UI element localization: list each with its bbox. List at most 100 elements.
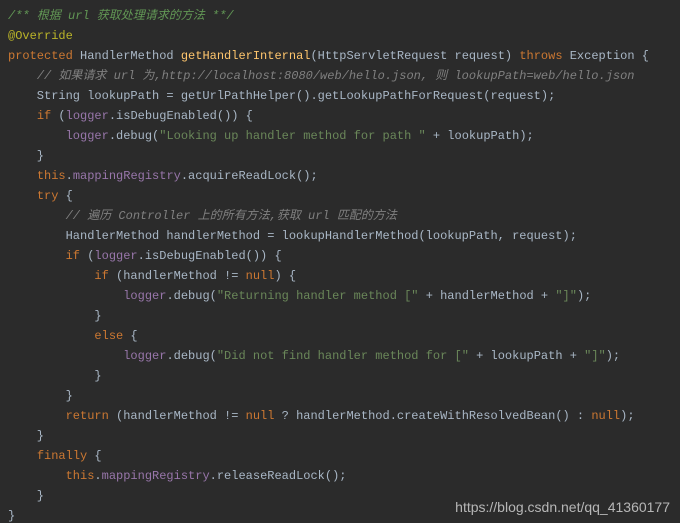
code-token: (: [51, 109, 65, 123]
code-token: [8, 249, 66, 263]
code-token: [8, 469, 66, 483]
code-token: [8, 269, 94, 283]
code-line: protected HandlerMethod getHandlerIntern…: [8, 49, 649, 63]
code-line: logger.debug("Returning handler method […: [8, 289, 591, 303]
code-token: (HttpServletRequest request): [310, 49, 519, 63]
code-line: finally {: [8, 449, 102, 463]
code-token: + handlerMethod +: [419, 289, 556, 303]
code-line: logger.debug("Looking up handler method …: [8, 129, 534, 143]
code-token: mappingRegistry: [73, 169, 181, 183]
code-token: HandlerMethod: [73, 49, 181, 63]
code-token: getHandlerInternal: [181, 49, 311, 63]
code-token: "Did not find handler method for [": [217, 349, 469, 363]
code-token: .acquireReadLock();: [181, 169, 318, 183]
code-token: @Override: [8, 29, 73, 43]
code-token: .: [94, 469, 101, 483]
code-token: );: [606, 349, 620, 363]
code-token: "Returning handler method [": [217, 289, 419, 303]
code-token: logger: [66, 109, 109, 123]
code-token: null: [246, 409, 275, 423]
code-token: logger: [123, 349, 166, 363]
code-token: ? handlerMethod.createWithResolvedBean()…: [274, 409, 591, 423]
code-token: protected: [8, 49, 73, 63]
code-line: if (logger.isDebugEnabled()) {: [8, 249, 282, 263]
code-token: Exception {: [563, 49, 649, 63]
code-token: "]": [555, 289, 577, 303]
code-token: }: [8, 509, 15, 523]
code-line: }: [8, 509, 15, 523]
code-token: [8, 129, 66, 143]
code-token: try: [37, 189, 59, 203]
code-token: .isDebugEnabled()) {: [109, 109, 253, 123]
code-token: [8, 409, 66, 423]
code-token: ) {: [274, 269, 296, 283]
code-token: {: [87, 449, 101, 463]
code-token: this: [66, 469, 95, 483]
code-line: }: [8, 309, 102, 323]
code-line: }: [8, 149, 44, 163]
code-line: if (logger.isDebugEnabled()) {: [8, 109, 253, 123]
code-token: .debug(: [166, 289, 216, 303]
code-token: [8, 69, 37, 83]
code-line: this.mappingRegistry.acquireReadLock();: [8, 169, 318, 183]
code-token: null: [591, 409, 620, 423]
code-line: HandlerMethod handlerMethod = lookupHand…: [8, 229, 577, 243]
code-token: }: [8, 369, 102, 383]
code-token: else: [94, 329, 123, 343]
code-token: [8, 349, 123, 363]
code-line: @Override: [8, 29, 73, 43]
code-token: logger: [94, 249, 137, 263]
code-token: mappingRegistry: [102, 469, 210, 483]
code-token: logger: [66, 129, 109, 143]
code-line: /** 根据 url 获取处理请求的方法 **/: [8, 9, 234, 23]
code-token: .debug(: [109, 129, 159, 143]
code-token: );: [620, 409, 634, 423]
code-token: );: [577, 289, 591, 303]
code-line: return (handlerMethod != null ? handlerM…: [8, 409, 635, 423]
code-editor[interactable]: /** 根据 url 获取处理请求的方法 **/ @Override prote…: [0, 0, 680, 523]
code-line: this.mappingRegistry.releaseReadLock();: [8, 469, 346, 483]
code-token: // 遍历 Controller 上的所有方法,获取 url 匹配的方法: [66, 209, 397, 223]
code-line: logger.debug("Did not find handler metho…: [8, 349, 620, 363]
code-token: [8, 289, 123, 303]
code-line: }: [8, 489, 44, 503]
code-token: (handlerMethod !=: [109, 269, 246, 283]
code-token: if: [37, 109, 51, 123]
code-token: [8, 209, 66, 223]
code-token: return: [66, 409, 109, 423]
code-token: .debug(: [166, 349, 216, 363]
code-token: [8, 329, 94, 343]
code-token: // 如果请求 url 为,http://localhost:8080/web/…: [37, 69, 635, 83]
code-line: try {: [8, 189, 73, 203]
code-token: if: [94, 269, 108, 283]
code-token: [8, 109, 37, 123]
code-token: {: [123, 329, 137, 343]
code-token: }: [8, 429, 44, 443]
code-token: .isDebugEnabled()) {: [138, 249, 282, 263]
code-token: null: [246, 269, 275, 283]
code-token: .releaseReadLock();: [210, 469, 347, 483]
code-token: + lookupPath +: [469, 349, 584, 363]
code-token: }: [8, 489, 44, 503]
code-token: (handlerMethod !=: [109, 409, 246, 423]
code-line: }: [8, 389, 73, 403]
code-token: [8, 449, 37, 463]
code-line: else {: [8, 329, 138, 343]
code-token: throws: [519, 49, 562, 63]
code-line: if (handlerMethod != null) {: [8, 269, 296, 283]
code-token: (: [80, 249, 94, 263]
code-token: logger: [123, 289, 166, 303]
code-token: this: [37, 169, 66, 183]
code-token: HandlerMethod handlerMethod = lookupHand…: [8, 229, 577, 243]
code-token: /** 根据 url 获取处理请求的方法 **/: [8, 9, 234, 23]
code-line: }: [8, 369, 102, 383]
code-token: {: [58, 189, 72, 203]
code-line: }: [8, 429, 44, 443]
code-line: // 如果请求 url 为,http://localhost:8080/web/…: [8, 69, 635, 83]
code-token: + lookupPath);: [426, 129, 534, 143]
code-token: .: [66, 169, 73, 183]
code-line: // 遍历 Controller 上的所有方法,获取 url 匹配的方法: [8, 209, 397, 223]
code-token: finally: [37, 449, 87, 463]
code-token: }: [8, 389, 73, 403]
code-line: String lookupPath = getUrlPathHelper().g…: [8, 89, 555, 103]
